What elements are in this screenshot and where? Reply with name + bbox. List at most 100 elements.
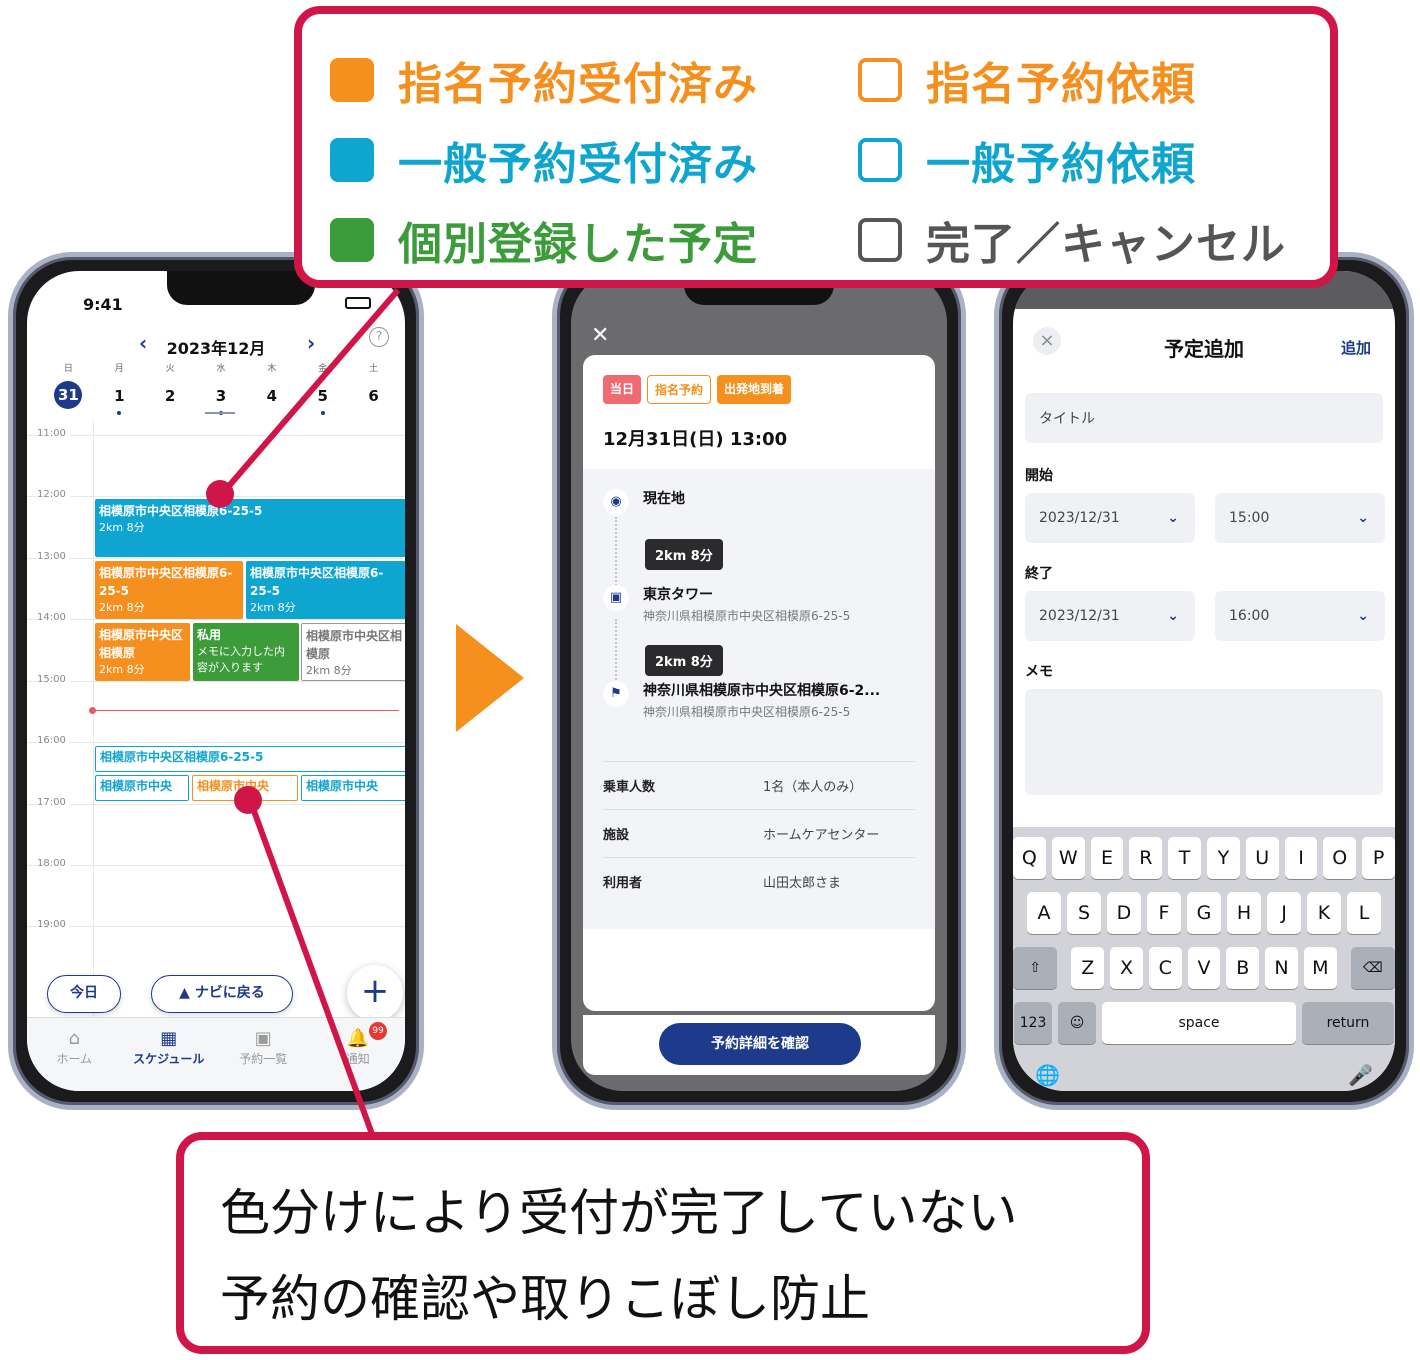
globe-icon[interactable]: 🌐 [1035, 1063, 1060, 1087]
distance-badge: 2km 8分 [645, 539, 723, 570]
key[interactable]: N [1265, 947, 1298, 989]
callout-box: 色分けにより受付が完了していない 予約の確認や取りこぼし防止 [176, 1132, 1150, 1354]
day-cell[interactable]: 日 31 [43, 361, 94, 415]
tab-schedule[interactable]: ▦ スケジュール [122, 1018, 217, 1091]
detail-screen: ✕ 当日 指名予約 出発地到着 12月31日(日) 13:00 ◉ 現在地 2km… [571, 271, 947, 1091]
key[interactable]: Z [1071, 947, 1105, 989]
key[interactable]: E [1090, 837, 1124, 879]
title-input[interactable]: タイトル [1025, 393, 1383, 443]
key[interactable]: T [1168, 837, 1201, 879]
notch [167, 271, 315, 305]
event-general-request[interactable]: 相模原市中央 [301, 775, 405, 801]
day-cell[interactable]: 火2 [145, 361, 196, 415]
event-named-accepted[interactable]: 相模原市中央区相模原 2km 8分 [95, 623, 190, 681]
space-key[interactable]: space [1102, 1002, 1296, 1044]
emoji-icon[interactable]: ☺ [1058, 1002, 1096, 1044]
calendar-screen: 9:41 ‹ 2023年12月 › ? 日 31 月1 火2 水3 木4 金5 土… [27, 271, 405, 1091]
key[interactable]: R [1129, 837, 1163, 879]
info-row: 利用者 山田太郎さま [603, 857, 915, 905]
memo-textarea[interactable] [1025, 689, 1383, 795]
notification-badge: 99 [369, 1022, 387, 1040]
phone-detail: ✕ 当日 指名予約 出発地到着 12月31日(日) 13:00 ◉ 現在地 2km… [552, 252, 966, 1110]
confirm-details-button[interactable]: 予約詳細を確認 [659, 1023, 861, 1065]
key[interactable]: K [1307, 892, 1341, 934]
key[interactable]: D [1107, 892, 1141, 934]
key[interactable]: I [1284, 837, 1318, 879]
key[interactable]: A [1027, 892, 1061, 934]
event-general-request[interactable]: 相模原市中央 [95, 775, 189, 801]
key[interactable]: J [1267, 892, 1301, 934]
add-event-button[interactable]: + [347, 965, 403, 1021]
event-completed[interactable]: 相模原市中央区相模原 2km 8分 [301, 623, 405, 681]
add-button[interactable]: 追加 [1341, 337, 1371, 358]
event-general-request[interactable]: 相模原市中央区相模原6-25-5 [95, 746, 405, 772]
keyboard: Q W E R T Y U I O P A S D F G H J K L ⇧ … [1013, 827, 1395, 1091]
swatch-icon [330, 218, 374, 262]
keyboard-row-1: Q W E R T Y U I O P [1013, 837, 1395, 879]
day-cell[interactable]: 水3 [196, 361, 247, 415]
backspace-icon[interactable]: ⌫ [1350, 947, 1395, 989]
route-destination: ⚑ 神奈川県相模原市中央区相模原6-2... 神奈川県相模原市中央区相模原6-25-… [603, 681, 880, 723]
next-month-icon[interactable]: › [307, 331, 315, 355]
today-button[interactable]: 今日 [47, 975, 121, 1013]
end-time-select[interactable]: 16:00 ⌄ [1215, 591, 1385, 641]
key[interactable]: B [1226, 947, 1260, 989]
callout-line-1: 色分けにより受付が完了していない [220, 1184, 1018, 1242]
status-time: 9:41 [83, 295, 123, 314]
key[interactable]: V [1187, 947, 1221, 989]
end-date-select[interactable]: 2023/12/31 ⌄ [1025, 591, 1195, 641]
tab-home[interactable]: ⌂ ホーム [27, 1018, 122, 1091]
shift-icon[interactable]: ⇧ [1013, 947, 1058, 989]
time-axis [93, 421, 94, 1021]
info-row: 施設 ホームケアセンター [603, 809, 915, 857]
key[interactable]: U [1245, 837, 1279, 879]
swatch-icon [330, 58, 374, 102]
day-cell[interactable]: 月1 [94, 361, 145, 415]
key[interactable]: G [1187, 892, 1221, 934]
start-time-select[interactable]: 15:00 ⌄ [1215, 493, 1385, 543]
key[interactable]: F [1147, 892, 1181, 934]
key[interactable]: Q [1013, 837, 1046, 879]
day-cell[interactable]: 土6 [348, 361, 399, 415]
close-icon[interactable]: ✕ [591, 323, 609, 348]
tag-named: 指名予約 [647, 375, 712, 404]
tag-today: 当日 [603, 375, 642, 404]
hour-label: 15:00 [37, 674, 70, 685]
key[interactable]: S [1067, 892, 1101, 934]
start-date-select[interactable]: 2023/12/31 ⌄ [1025, 493, 1195, 543]
current-time-dot [89, 707, 96, 714]
key[interactable]: C [1148, 947, 1182, 989]
distance-badge: 2km 8分 [645, 645, 723, 676]
tab-reservations[interactable]: ▣ 予約一覧 [216, 1018, 311, 1091]
event-general-accepted[interactable]: 相模原市中央区相模原6-25-5 2km 8分 [246, 561, 405, 619]
key[interactable]: W [1051, 837, 1085, 879]
day-cell[interactable]: 木4 [246, 361, 297, 415]
key[interactable]: X [1110, 947, 1143, 989]
help-icon[interactable]: ? [369, 327, 389, 347]
form-title: 予定追加 [1164, 337, 1244, 361]
return-key[interactable]: return [1302, 1002, 1394, 1044]
key[interactable]: M [1303, 947, 1337, 989]
tab-bar: ⌂ ホーム ▦ スケジュール ▣ 予約一覧 🔔 通知 99 [27, 1017, 405, 1091]
info-row: 乗車人数 1名（本人のみ） [603, 761, 915, 809]
tab-notifications[interactable]: 🔔 通知 99 [311, 1018, 406, 1091]
bus-icon: ▣ [603, 585, 629, 611]
key[interactable]: Y [1207, 837, 1240, 879]
hour-label: 12:00 [37, 489, 70, 500]
microphone-icon[interactable]: 🎤 [1348, 1063, 1373, 1087]
hour-label: 11:00 [37, 428, 70, 439]
hour-label: 13:00 [37, 551, 70, 562]
navi-back-button[interactable]: ▲ ナビに戻る [151, 975, 293, 1013]
event-named-accepted[interactable]: 相模原市中央区相模原6-25-5 2km 8分 [95, 561, 243, 619]
key[interactable]: H [1227, 892, 1261, 934]
day-cell[interactable]: 金5 [297, 361, 348, 415]
reservation-card: 当日 指名予約 出発地到着 12月31日(日) 13:00 ◉ 現在地 2km 8… [583, 355, 935, 1011]
reservation-datetime: 12月31日(日) 13:00 [603, 429, 788, 450]
event-general-accepted[interactable]: 相模原市中央区相模原6-25-5 2km 8分 [95, 499, 405, 557]
key[interactable]: P [1362, 837, 1395, 879]
key[interactable]: O [1323, 837, 1357, 879]
event-personal[interactable]: 私用 メモに入力した内容が入ります [193, 623, 299, 681]
key[interactable]: L [1347, 892, 1381, 934]
event-named-request[interactable]: 相模原市中央 [192, 775, 298, 801]
numbers-key[interactable]: 123 [1014, 1002, 1052, 1044]
